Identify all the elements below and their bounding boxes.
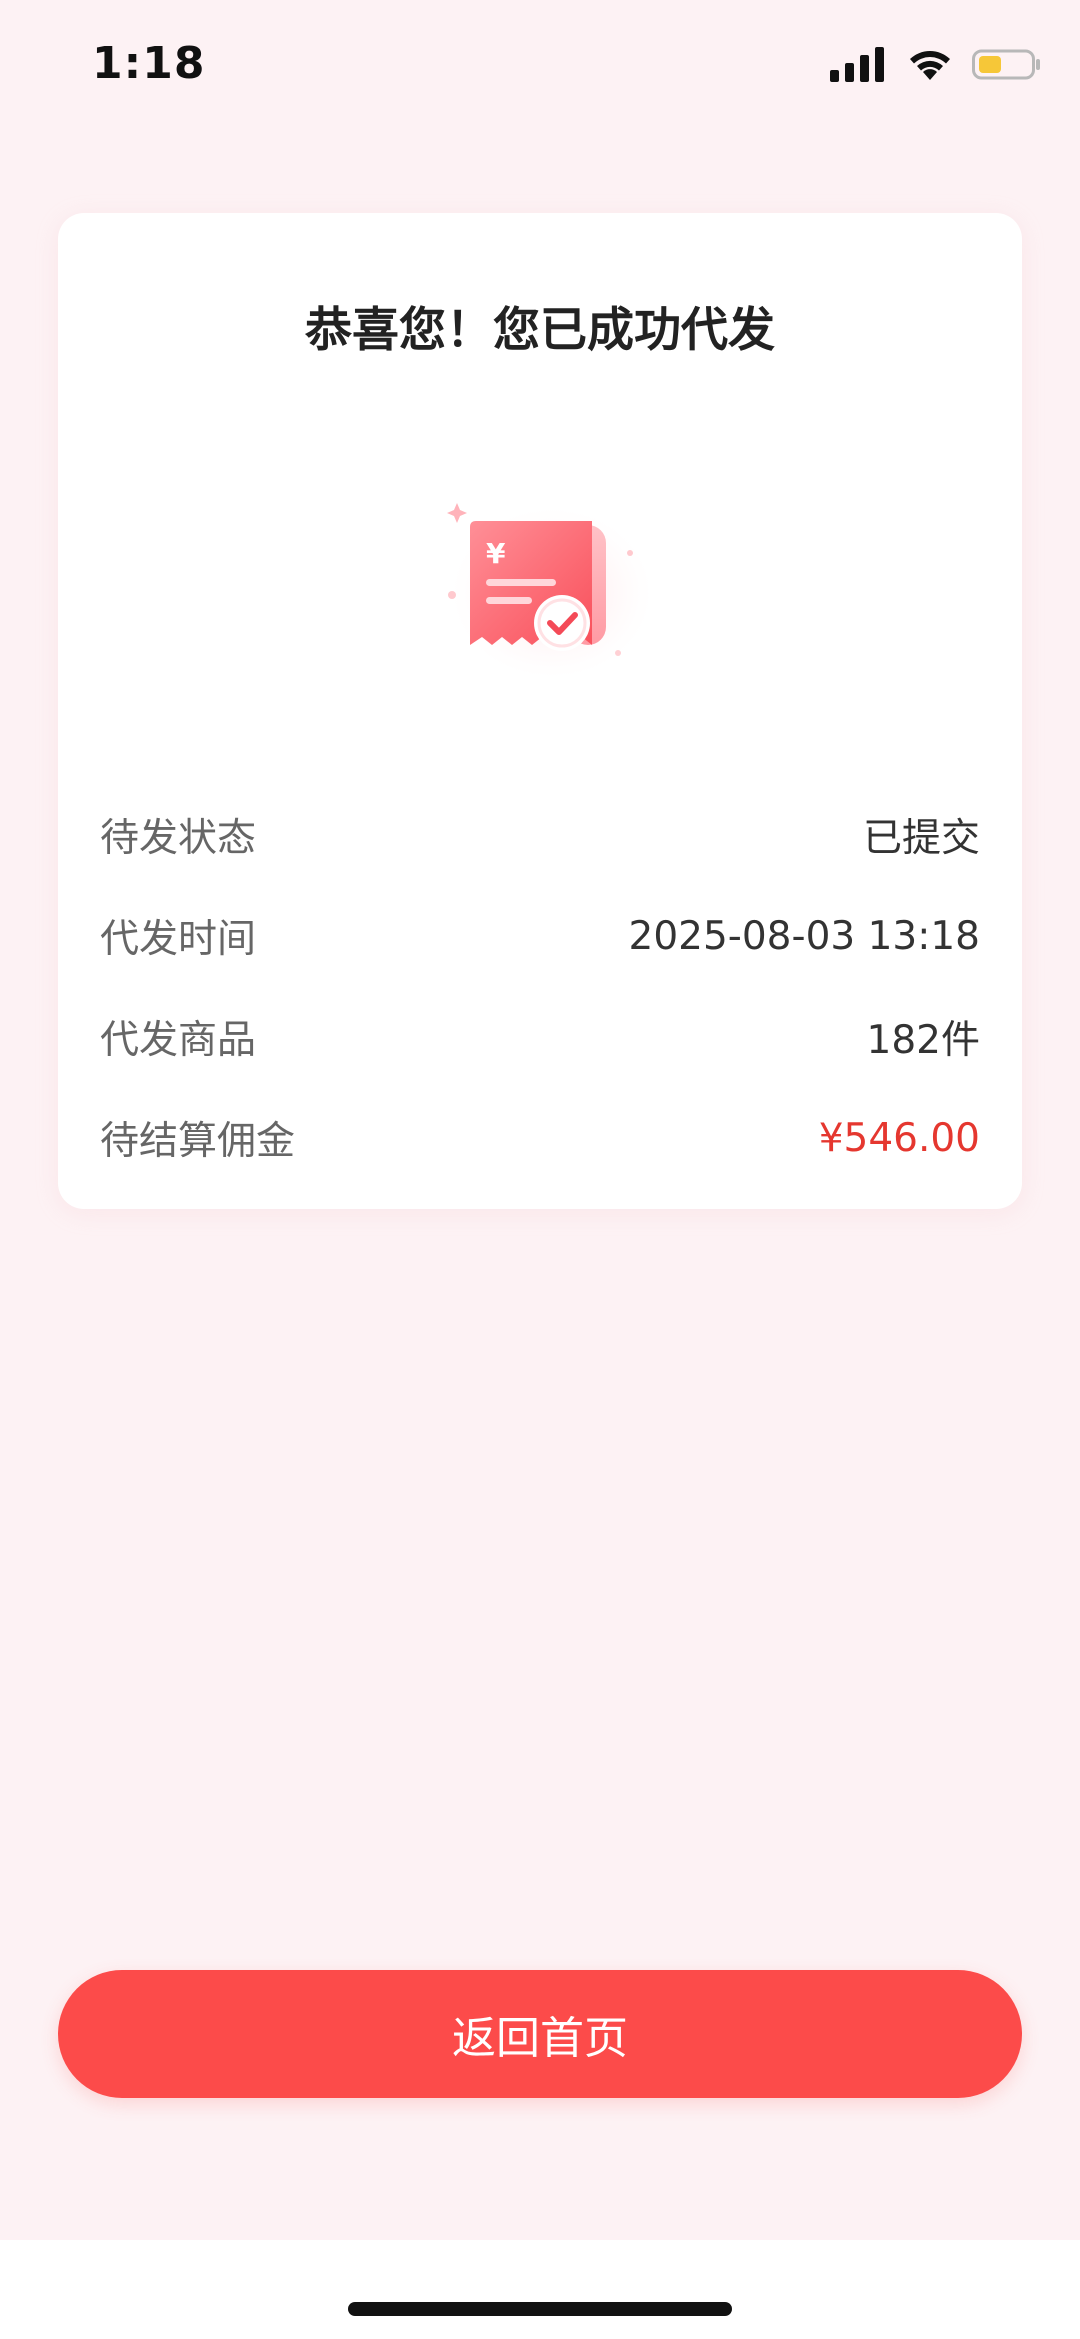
return-home-button[interactable]: 返回首页	[58, 1970, 1022, 2098]
home-indicator[interactable]	[348, 2302, 732, 2316]
svg-text:¥: ¥	[486, 537, 506, 570]
bottom-safe-area	[0, 2240, 1080, 2339]
commission-value: ¥546.00	[818, 1115, 980, 1161]
info-row-status: 待发状态 已提交	[100, 800, 980, 870]
status-label: 待发状态	[100, 816, 257, 861]
goods-label: 代发商品	[100, 1018, 257, 1063]
receipt-check-icon: ¥	[447, 503, 652, 678]
result-card: 恭喜您！您已成功代发 ¥ 待发状态 已提交 代发时间 2025-08-03 13…	[58, 213, 1022, 1209]
info-row-goods: 代发商品 182件	[100, 1002, 980, 1072]
commission-label: 待结算佣金	[100, 1119, 296, 1164]
battery-icon	[972, 49, 1040, 80]
info-row-commission: 待结算佣金 ¥546.00	[100, 1103, 980, 1173]
wifi-icon	[910, 51, 950, 80]
time-label: 代发时间	[100, 917, 257, 962]
status-time: 1:18	[92, 38, 206, 89]
time-value: 2025-08-03 13:18	[628, 913, 980, 959]
info-row-time: 代发时间 2025-08-03 13:18	[100, 901, 980, 971]
status-icons	[830, 46, 1042, 82]
card-title: 恭喜您！您已成功代发	[305, 303, 775, 358]
signal-icon	[830, 47, 884, 82]
goods-value: 182件	[866, 1018, 980, 1063]
status-value: 已提交	[862, 816, 980, 861]
status-bar: 1:18	[0, 0, 1080, 130]
